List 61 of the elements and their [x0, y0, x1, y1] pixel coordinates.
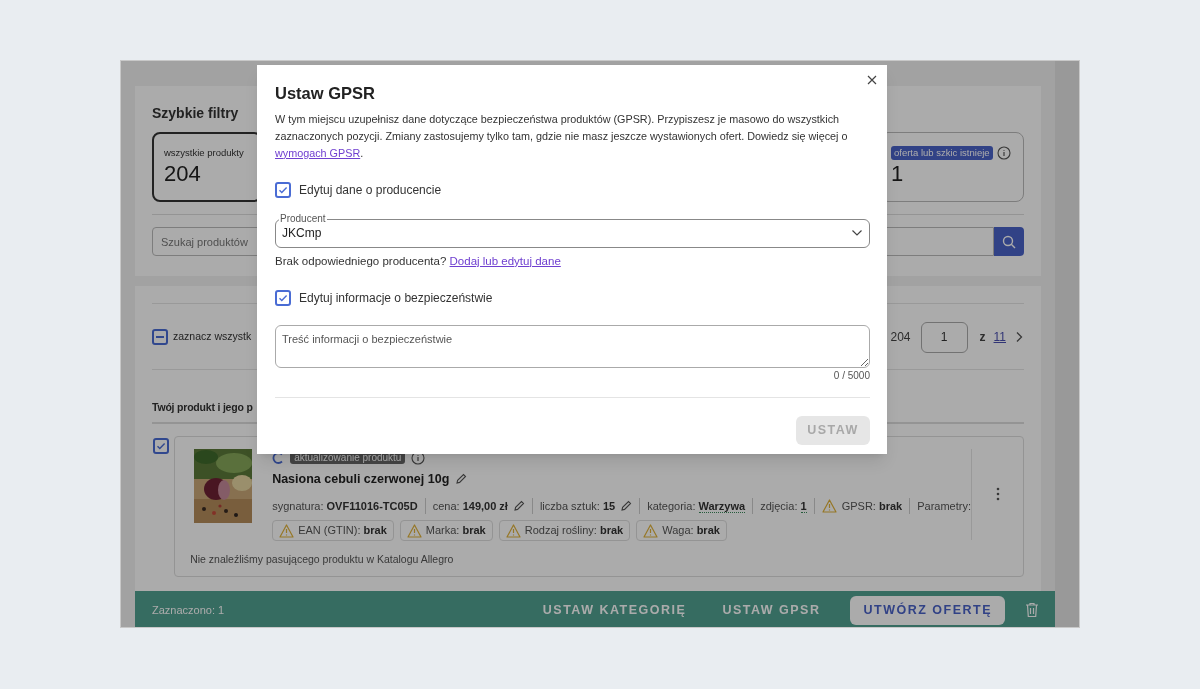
checkbox[interactable] — [153, 437, 169, 454]
meta-field: sygnatura: OVF11016-TC05D — [272, 497, 418, 514]
filter-label: wszystkie produkty — [164, 145, 244, 160]
checkbox-label[interactable]: Edytuj informacje o bezpieczeństwie — [299, 289, 493, 307]
search-icon — [1002, 234, 1016, 249]
last-page-link[interactable]: 11 — [993, 328, 1006, 346]
product-name: Nasiona cebuli czerwonej 10g — [272, 470, 450, 488]
chevron-down-icon — [851, 229, 863, 238]
dialog-description: W tym miejscu uzupełnisz dane dotyczące bezpieczeństwa produktów (GPSR). Przypiszesz je masowo do wszystkich zaznaczonych pozycji. Zmiany zastosujemy tylko tam, gdzie nie masz jeszcze wystawionych ofert. Dowiedz się więcej o wymogach GPSR. — [275, 111, 849, 161]
page-of-label: z — [979, 329, 986, 346]
meta-field: GPSR: brak — [841, 497, 903, 514]
selected-count: Zaznaczono: 1 — [152, 602, 225, 618]
edit-producer-link[interactable]: Dodaj lub edytuj dane — [449, 254, 561, 267]
safety-info-field[interactable]: Treść informacji o bezpieczeństwie — [275, 325, 870, 368]
loading-spinner-icon — [272, 451, 285, 464]
trash-icon[interactable] — [1025, 602, 1039, 618]
search-button[interactable] — [994, 227, 1024, 256]
select-value: JKCmp — [282, 225, 322, 243]
meta-field: cena: 149,00 zł — [432, 497, 508, 514]
parameter-tag: Marka: brak — [399, 520, 493, 541]
warning-icon — [821, 498, 837, 513]
warning-icon — [406, 523, 422, 538]
filter-label: oferta lub szkic istnieje — [891, 146, 993, 160]
meta-link[interactable]: Warzywa — [698, 499, 746, 513]
warning-icon — [279, 523, 295, 538]
checkbox-label[interactable]: Edytuj dane o producencie — [299, 180, 442, 199]
parameter-tag: EAN (GTIN): brak — [272, 520, 394, 541]
close-icon[interactable] — [867, 75, 877, 85]
page-field[interactable]: 1 — [920, 321, 968, 353]
character-counter: 0 / 5000 — [832, 369, 870, 383]
meta-link[interactable]: 1 — [800, 499, 807, 513]
column-header: Twój produkt i jego p — [152, 400, 253, 415]
select-all-label[interactable]: zaznacz wszystk — [173, 329, 252, 345]
total-count: 204 — [890, 329, 911, 346]
check-icon — [278, 184, 288, 195]
meta-label: Parametry: — [917, 498, 971, 514]
producer-hint: Brak odpowiedniego producenta? Dodaj lub edytuj dane — [275, 253, 562, 269]
parameter-tag: Waga: brak — [636, 520, 727, 541]
meta-field: zdjęcia: 1 — [760, 497, 807, 514]
checkbox[interactable] — [275, 181, 291, 198]
create-offer-button[interactable]: UTWÓRZ OFERTĘ — [850, 595, 1005, 625]
section-title: Szybkie filtry — [152, 104, 239, 123]
filter-count: 204 — [164, 160, 202, 189]
pencil-icon[interactable] — [512, 499, 525, 512]
pencil-icon[interactable] — [455, 473, 468, 486]
meta-field: kategoria: Warzywa — [647, 497, 746, 514]
field-label: Producent — [279, 212, 327, 225]
parameter-tag: Rodzaj rośliny: brak — [498, 520, 631, 541]
check-icon — [278, 293, 288, 303]
warning-icon — [505, 523, 521, 538]
select-all-checkbox[interactable] — [152, 329, 168, 345]
filter-count: 1 — [891, 160, 905, 188]
product-note: Nie znaleźliśmy pasującego produktu w Katalogu Allegro — [189, 552, 455, 567]
check-icon — [156, 440, 166, 451]
pencil-icon[interactable] — [620, 499, 633, 512]
checkbox[interactable] — [275, 290, 291, 306]
more-icon[interactable] — [995, 487, 1000, 502]
chevron-right-icon[interactable] — [1014, 331, 1024, 343]
dialog-title: Ustaw GPSR — [275, 83, 376, 104]
warning-icon — [643, 523, 659, 538]
meta-field: liczba sztuk: 15 — [539, 497, 616, 514]
